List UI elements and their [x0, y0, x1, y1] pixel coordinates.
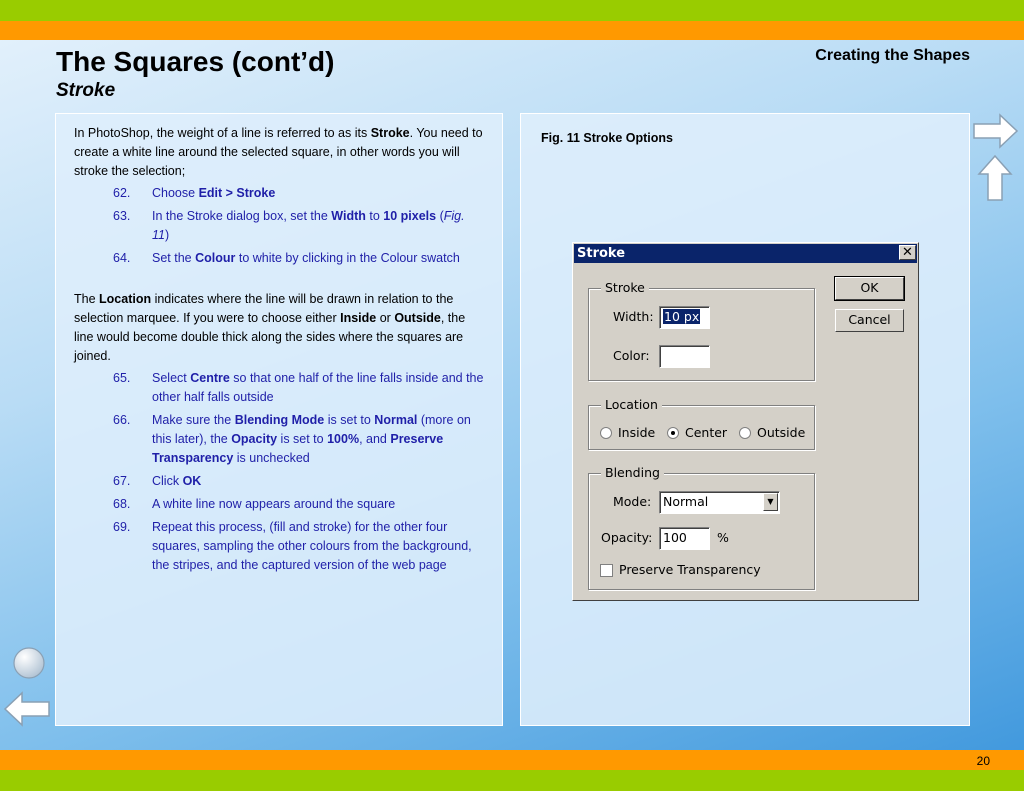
instructions-panel: In PhotoShop, the weight of a line is re…: [55, 113, 503, 726]
preserve-label[interactable]: Preserve Transparency: [619, 562, 761, 577]
width-input[interactable]: 10 px: [659, 306, 710, 329]
up-arrow-icon[interactable]: [976, 154, 1014, 202]
stroke-dialog: Stroke ✕ OK Cancel Stroke Width: 10 px C…: [572, 242, 919, 601]
center-label[interactable]: Center: [685, 425, 727, 440]
color-label: Color:: [613, 348, 650, 363]
close-icon[interactable]: ✕: [899, 245, 916, 260]
ok-button[interactable]: OK: [834, 276, 905, 301]
figure-caption: Fig. 11 Stroke Options: [541, 131, 673, 145]
section-title: Creating the Shapes: [815, 47, 970, 64]
home-circle-icon[interactable]: [12, 646, 46, 680]
location-group: Location Inside Center Outside: [588, 397, 815, 450]
bottom-green-band: [0, 770, 1024, 791]
slide-title: The Squares (cont’d): [56, 46, 335, 77]
blending-group: Blending Mode: Normal ▼ Opacity: 100 % P…: [588, 465, 815, 590]
back-arrow-icon[interactable]: [2, 690, 52, 728]
blending-group-label: Blending: [601, 465, 664, 480]
width-label: Width:: [613, 309, 654, 324]
step-69: 69. Repeat this process, (fill and strok…: [113, 520, 472, 572]
intro-paragraph: In PhotoShop, the weight of a line is re…: [74, 126, 483, 178]
location-paragraph: The Location indicates where the line wi…: [74, 292, 466, 363]
opacity-unit: %: [717, 530, 729, 545]
outside-label[interactable]: Outside: [757, 425, 805, 440]
opacity-label: Opacity:: [601, 530, 653, 545]
figure-panel: Fig. 11 Stroke Options Stroke ✕ OK Cance…: [520, 113, 970, 726]
dialog-title: Stroke: [574, 244, 917, 263]
next-arrow-icon[interactable]: [972, 112, 1020, 150]
stroke-group-label: Stroke: [601, 280, 649, 295]
top-green-band: [0, 0, 1024, 21]
step-65: 65. Select Centre so that one half of th…: [113, 371, 484, 404]
step-68: 68. A white line now appears around the …: [113, 497, 396, 511]
inside-radio[interactable]: [600, 427, 612, 439]
stroke-group: Stroke Width: 10 px Color:: [588, 280, 815, 381]
opacity-input[interactable]: 100: [659, 527, 710, 550]
top-orange-band: [0, 21, 1024, 40]
step-64: 64. Set the Colour to white by clicking …: [113, 251, 460, 265]
inside-label[interactable]: Inside: [618, 425, 655, 440]
cancel-button[interactable]: Cancel: [835, 309, 904, 332]
preserve-checkbox[interactable]: [600, 564, 613, 577]
mode-select[interactable]: Normal ▼: [659, 491, 780, 514]
outside-radio[interactable]: [739, 427, 751, 439]
chevron-down-icon[interactable]: ▼: [763, 493, 778, 511]
bottom-orange-band: [0, 750, 1024, 770]
center-radio[interactable]: [667, 427, 679, 439]
page-number: 20: [976, 754, 990, 768]
step-67: 67. Click OK: [113, 474, 202, 488]
step-63: 63. In the Stroke dialog box, set the Wi…: [113, 209, 465, 242]
step-66: 66. Make sure the Blending Mode is set t…: [113, 413, 471, 465]
step-62: 62. Choose Edit > Stroke: [113, 186, 276, 200]
slide-subtitle: Stroke: [56, 80, 116, 101]
mode-label: Mode:: [613, 494, 652, 509]
location-group-label: Location: [601, 397, 662, 412]
color-swatch[interactable]: [659, 345, 710, 368]
